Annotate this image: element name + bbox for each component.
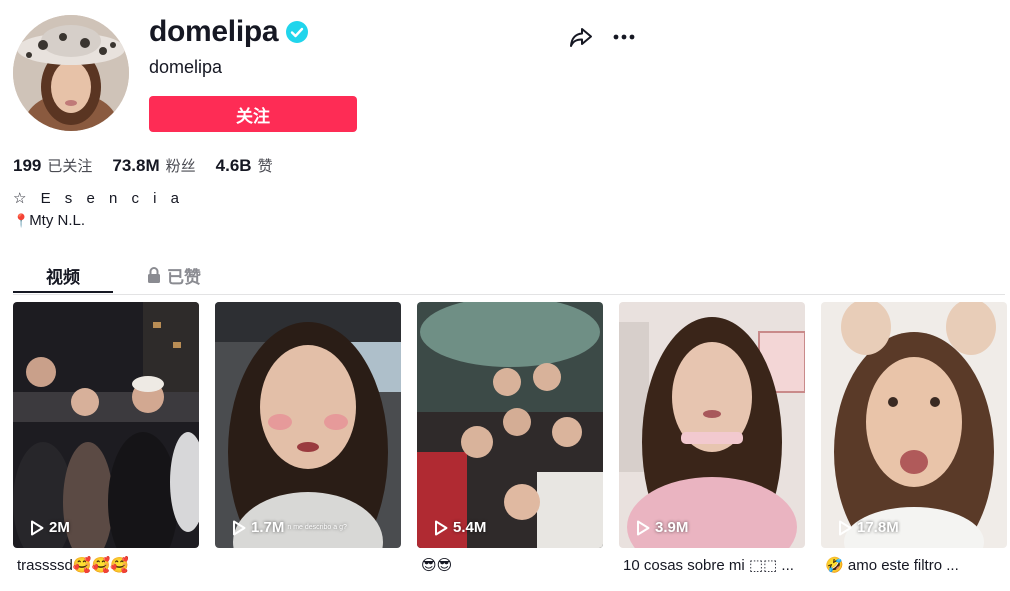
stat-followers[interactable]: 73.8M 粉丝 xyxy=(112,155,195,176)
likes-count: 4.6B xyxy=(215,156,252,175)
following-label: 已关注 xyxy=(47,157,93,175)
profile-stats: 199 已关注 73.8M 粉丝 4.6B 赞 xyxy=(13,155,293,176)
play-icon xyxy=(435,520,448,535)
video-card[interactable]: 1.7M n me describo a g? xyxy=(215,302,401,576)
follow-button[interactable]: 关注 xyxy=(149,96,357,132)
video-thumbnail-image xyxy=(215,302,401,548)
video-thumbnail[interactable]: 1.7M n me describo a g? xyxy=(215,302,401,548)
video-thumbnail-image xyxy=(619,302,805,548)
play-icon xyxy=(233,520,246,535)
profile-username: domelipa xyxy=(149,15,279,48)
lock-icon xyxy=(148,267,160,283)
followers-count: 73.8M xyxy=(112,156,160,175)
video-caption[interactable]: trassssd🥰🥰🥰 xyxy=(13,556,199,576)
tab-videos[interactable]: 视频 xyxy=(13,258,113,292)
tab-videos-label: 视频 xyxy=(46,267,80,288)
video-caption[interactable]: 🤣 amo este filtro ... xyxy=(821,556,1007,576)
play-icon xyxy=(637,520,650,535)
video-thumbnail-image xyxy=(417,302,603,548)
view-count: 2M xyxy=(30,519,70,536)
following-count: 199 xyxy=(13,156,42,175)
video-thumbnail[interactable]: 17.8M xyxy=(821,302,1007,548)
active-tab-indicator xyxy=(13,291,113,293)
video-caption[interactable]: 10 cosas sobre mi ⬚⬚ ... xyxy=(619,556,805,576)
location-pin-icon: 📍 xyxy=(13,213,30,228)
profile-bio: ☆ E s e n c i a 📍Mty N.L. xyxy=(13,188,184,232)
username-row: domelipa xyxy=(149,14,309,50)
play-icon xyxy=(31,520,44,535)
avatar-image xyxy=(13,15,129,131)
view-count-text: 1.7M xyxy=(251,519,285,536)
video-card[interactable]: 17.8M 🤣 amo este filtro ... xyxy=(821,302,1007,576)
tab-liked-label: 已赞 xyxy=(167,267,201,288)
video-caption[interactable]: 😎😎 xyxy=(417,556,603,576)
view-count-text: 17.8M xyxy=(857,519,899,536)
video-caption-emoji: 😎😎 xyxy=(421,557,453,574)
view-count: 3.9M xyxy=(636,519,688,536)
video-caption-text: 10 cosas sobre mi ⬚⬚ ... xyxy=(623,557,794,574)
tab-liked[interactable]: 已赞 xyxy=(147,258,201,292)
play-icon xyxy=(839,520,852,535)
share-icon[interactable] xyxy=(568,24,594,50)
profile-avatar[interactable] xyxy=(13,15,129,131)
view-count-text: 3.9M xyxy=(655,519,689,536)
stat-following[interactable]: 199 已关注 xyxy=(13,155,92,176)
video-overlay-text: n me describo a g? xyxy=(287,524,347,531)
stat-likes: 4.6B 赞 xyxy=(216,155,273,176)
bio-line-1: ☆ E s e n c i a xyxy=(13,190,184,207)
video-caption-text: amo este filtro ... xyxy=(847,557,959,574)
video-card[interactable]: 5.4M 😎😎 xyxy=(417,302,603,576)
video-caption-text: trassssd xyxy=(17,557,73,574)
video-thumbnail-image xyxy=(13,302,199,548)
profile-nickname: domelipa xyxy=(149,57,223,77)
video-thumbnail[interactable]: 3.9M xyxy=(619,302,805,548)
followers-label: 粉丝 xyxy=(165,157,196,175)
view-count-text: 2M xyxy=(49,519,70,536)
bio-location-text: Mty N.L. xyxy=(29,212,86,229)
video-card[interactable]: 3.9M 10 cosas sobre mi ⬚⬚ ... xyxy=(619,302,805,576)
video-thumbnail[interactable]: 2M xyxy=(13,302,199,548)
view-count-text: 5.4M xyxy=(453,519,487,536)
view-count: 17.8M xyxy=(838,519,899,536)
bio-line-2: 📍Mty N.L. xyxy=(13,210,184,232)
more-options-icon[interactable] xyxy=(611,26,637,48)
video-thumbnail[interactable]: 5.4M xyxy=(417,302,603,548)
video-grid: 2M trassssd🥰🥰🥰 1.7M n me describo a g? 5… xyxy=(13,302,1007,576)
verified-badge-icon xyxy=(286,21,309,43)
likes-label: 赞 xyxy=(257,157,273,175)
view-count: 1.7M n me describo a g? xyxy=(232,519,347,536)
profile-tabs: 视频 已赞 xyxy=(13,258,1005,295)
view-count: 5.4M xyxy=(434,519,486,536)
video-caption-emoji: 🥰🥰🥰 xyxy=(72,557,129,574)
video-card[interactable]: 2M trassssd🥰🥰🥰 xyxy=(13,302,199,576)
video-thumbnail-image xyxy=(821,302,1007,548)
video-caption-emoji: 🤣 xyxy=(825,557,844,574)
